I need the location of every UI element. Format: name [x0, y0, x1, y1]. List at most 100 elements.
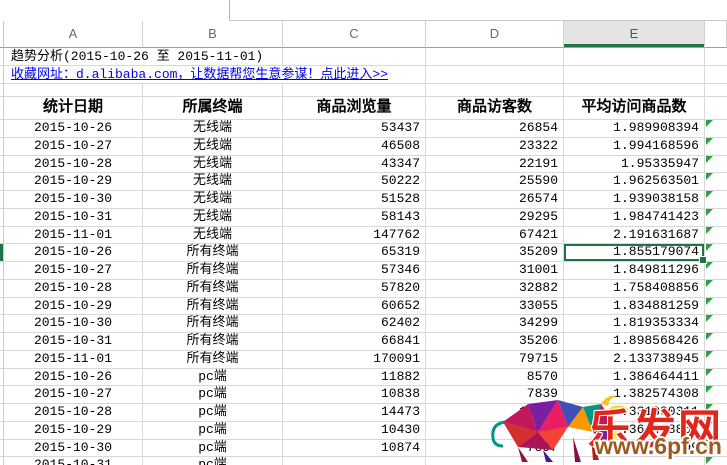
cell-f-stub[interactable]	[705, 422, 727, 440]
header-date[interactable]: 统计日期	[4, 97, 143, 120]
cell-avg-views[interactable]: 1.984741423	[564, 209, 705, 227]
cell-visitors[interactable]: 31001	[426, 262, 564, 280]
cell-avg-views[interactable]: 1.989908394	[564, 120, 705, 138]
sheet-title[interactable]: 趋势分析(2015-10-26 至 2015-11-01)	[4, 48, 283, 66]
cell-avg-views[interactable]: 1.898568426	[564, 333, 705, 351]
cell-date[interactable]: 2015-10-30	[4, 191, 143, 209]
cell-date[interactable]: 2015-10-29	[4, 298, 143, 316]
cell-terminal[interactable]: pc端	[143, 440, 283, 458]
header-avg-views[interactable]: 平均访问商品数	[564, 97, 705, 120]
cell-f-stub[interactable]	[705, 440, 727, 458]
cell-avg-views[interactable]: 2.191631687	[564, 227, 705, 245]
cell-terminal[interactable]: 无线端	[143, 138, 283, 156]
cell-terminal[interactable]: pc端	[143, 457, 283, 465]
empty-cell[interactable]	[283, 84, 426, 97]
cell-views[interactable]: 60652	[283, 298, 426, 316]
empty-cell[interactable]	[426, 48, 564, 66]
cell-date[interactable]: 2015-10-26	[4, 244, 143, 262]
cell-views[interactable]: 43347	[283, 156, 426, 174]
cell-date[interactable]: 2015-10-29	[4, 173, 143, 191]
cell-visitors[interactable]: 79715	[426, 351, 564, 369]
empty-cell[interactable]	[426, 66, 564, 84]
cell-avg-views[interactable]: 1.331830311	[564, 404, 705, 422]
cell-terminal[interactable]: pc端	[143, 369, 283, 387]
cell-terminal[interactable]: 无线端	[143, 227, 283, 245]
header-views[interactable]: 商品浏览量	[283, 97, 426, 120]
cell-date[interactable]: 2015-11-01	[4, 351, 143, 369]
cell-avg-views[interactable]: 1.819353334	[564, 315, 705, 333]
cell-visitors[interactable]: 34299	[426, 315, 564, 333]
cell-avg-views[interactable]: 1.758408856	[564, 280, 705, 298]
cell-views[interactable]: 50222	[283, 173, 426, 191]
cell-terminal[interactable]: 所有终端	[143, 280, 283, 298]
cell-terminal[interactable]: 所有终端	[143, 298, 283, 316]
cell-views[interactable]: 53437	[283, 120, 426, 138]
cell-date[interactable]: 2015-10-28	[4, 404, 143, 422]
cell-terminal[interactable]: pc端	[143, 404, 283, 422]
column-header-d[interactable]: D	[426, 21, 564, 48]
cell-f-stub[interactable]	[705, 244, 727, 262]
cell-f-stub[interactable]	[705, 173, 727, 191]
cell-visitors[interactable]: 23322	[426, 138, 564, 156]
cell-views[interactable]: 62402	[283, 315, 426, 333]
cell-date[interactable]: 2015-10-28	[4, 156, 143, 174]
cell-avg-views[interactable]: 1.95335947	[564, 156, 705, 174]
cell-views[interactable]: 57346	[283, 262, 426, 280]
cell-terminal[interactable]: pc端	[143, 422, 283, 440]
header-visitors[interactable]: 商品访客数	[426, 97, 564, 120]
empty-cell[interactable]	[426, 84, 564, 97]
cell-visitors[interactable]: 7897	[426, 440, 564, 458]
cell-views[interactable]: 51528	[283, 191, 426, 209]
cell-terminal[interactable]: 所有终端	[143, 333, 283, 351]
cell-f-stub[interactable]	[705, 120, 727, 138]
cell-f-stub[interactable]	[705, 209, 727, 227]
cell-date[interactable]: 2015-10-26	[4, 120, 143, 138]
cell-f-stub[interactable]	[705, 369, 727, 387]
cell-views[interactable]: 10874	[283, 440, 426, 458]
cell-visitors[interactable]: 25590	[426, 173, 564, 191]
cell-date[interactable]: 2015-10-31	[4, 333, 143, 351]
cell-views[interactable]: 46508	[283, 138, 426, 156]
cell-avg-views[interactable]: 2.133738945	[564, 351, 705, 369]
cell-views[interactable]	[283, 457, 426, 465]
cell-visitors[interactable]: 29295	[426, 209, 564, 227]
cell-date[interactable]: 2015-10-27	[4, 386, 143, 404]
cell-date[interactable]: 2015-10-31	[4, 209, 143, 227]
cell-avg-views[interactable]: 1.382574308	[564, 386, 705, 404]
cell-visitors[interactable]: 22191	[426, 156, 564, 174]
cell-f-stub[interactable]	[705, 404, 727, 422]
cell-visitors[interactable]: 10867	[426, 404, 564, 422]
cell-date[interactable]: 2015-10-28	[4, 280, 143, 298]
cell-visitors[interactable]: 35209	[426, 244, 564, 262]
cell-date[interactable]: 2015-10-30	[4, 440, 143, 458]
cell-avg-views[interactable]: 1.376978599	[564, 440, 705, 458]
column-header-f-stub[interactable]	[705, 21, 727, 48]
cell-f-stub[interactable]	[705, 351, 727, 369]
cell-terminal[interactable]: pc端	[143, 386, 283, 404]
cell-views[interactable]: 66841	[283, 333, 426, 351]
cell-f-stub[interactable]	[705, 386, 727, 404]
column-header-c[interactable]: C	[283, 21, 426, 48]
cell-avg-views[interactable]: 1.834881259	[564, 298, 705, 316]
column-header-a[interactable]: A	[4, 21, 143, 48]
cell-avg-views[interactable]: 1.855179074	[564, 244, 705, 262]
cell-views[interactable]: 57820	[283, 280, 426, 298]
empty-cell[interactable]	[705, 84, 727, 97]
cell-f-stub[interactable]	[705, 262, 727, 280]
cell-date[interactable]: 2015-10-26	[4, 369, 143, 387]
cell-terminal[interactable]: 无线端	[143, 209, 283, 227]
cell-visitors[interactable]: 32882	[426, 280, 564, 298]
cell-f-stub[interactable]	[705, 191, 727, 209]
cell-views[interactable]: 11882	[283, 369, 426, 387]
cell-terminal[interactable]: 无线端	[143, 191, 283, 209]
cell-date[interactable]: 2015-10-27	[4, 138, 143, 156]
cell-visitors[interactable]: 8570	[426, 369, 564, 387]
cell-f-stub[interactable]	[705, 227, 727, 245]
cell-views[interactable]: 14473	[283, 404, 426, 422]
cell-visitors[interactable]: 26574	[426, 191, 564, 209]
cell-visitors[interactable]: 33055	[426, 298, 564, 316]
cell-avg-views[interactable]: 1.849811296	[564, 262, 705, 280]
promo-link[interactable]: 收藏网址：d.alibaba.com，让数据帮您生意参谋！点此进入>>	[11, 67, 388, 82]
cell-visitors[interactable]	[426, 457, 564, 465]
cell-f-stub[interactable]	[705, 280, 727, 298]
